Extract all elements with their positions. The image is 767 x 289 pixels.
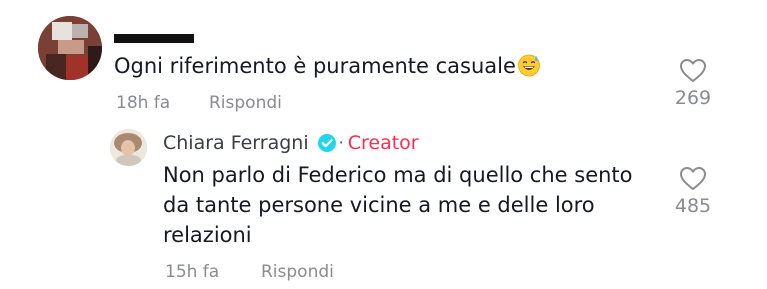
reply-avatar[interactable] (110, 129, 147, 166)
comment-timestamp: 18h fa (116, 93, 171, 113)
comment-body: Ogni riferimento è puramente casuale (114, 51, 541, 81)
comment-reply-button[interactable]: Rispondi (209, 93, 282, 113)
verified-badge-icon (317, 134, 336, 152)
reply-timestamp: 15h fa (165, 262, 220, 282)
comment-text: Ogni riferimento è puramente casuale (114, 54, 516, 78)
separator-dot: · (338, 133, 344, 152)
commenter-avatar[interactable] (38, 16, 102, 80)
avatar-pixel (88, 46, 102, 80)
avatar-pixel (72, 24, 88, 38)
comment-like-count: 269 (674, 87, 712, 109)
reply-header: Chiara Ferragni · Creator (163, 131, 419, 155)
reply-text-line: Non parlo di Federico ma di quello che s… (163, 163, 633, 187)
reply-like-group: 485 (663, 166, 723, 217)
avatar-pixel (52, 22, 72, 40)
heart-icon[interactable] (679, 58, 707, 83)
reply-username[interactable]: Chiara Ferragni (163, 131, 309, 155)
reply-reply-button[interactable]: Rispondi (261, 262, 334, 282)
heart-icon[interactable] (679, 166, 707, 191)
redacted-username[interactable] (114, 34, 194, 43)
grinning-sweat-emoji-icon (518, 54, 540, 77)
comment-like-group: 269 (663, 58, 723, 109)
avatar-pixel (58, 40, 84, 54)
reply-text-line: relazioni (163, 223, 252, 247)
avatar-pixel (116, 155, 141, 166)
reply-body: Non parlo di Federico ma di quello che s… (163, 160, 643, 250)
avatar-pixel (121, 140, 135, 156)
reply-like-count: 485 (674, 195, 712, 217)
reply-text-line: da tante persone vicine a me e delle lor… (163, 193, 595, 217)
avatar-pixel (66, 56, 88, 80)
avatar-pixel (46, 54, 66, 80)
creator-badge: Creator (347, 132, 419, 154)
